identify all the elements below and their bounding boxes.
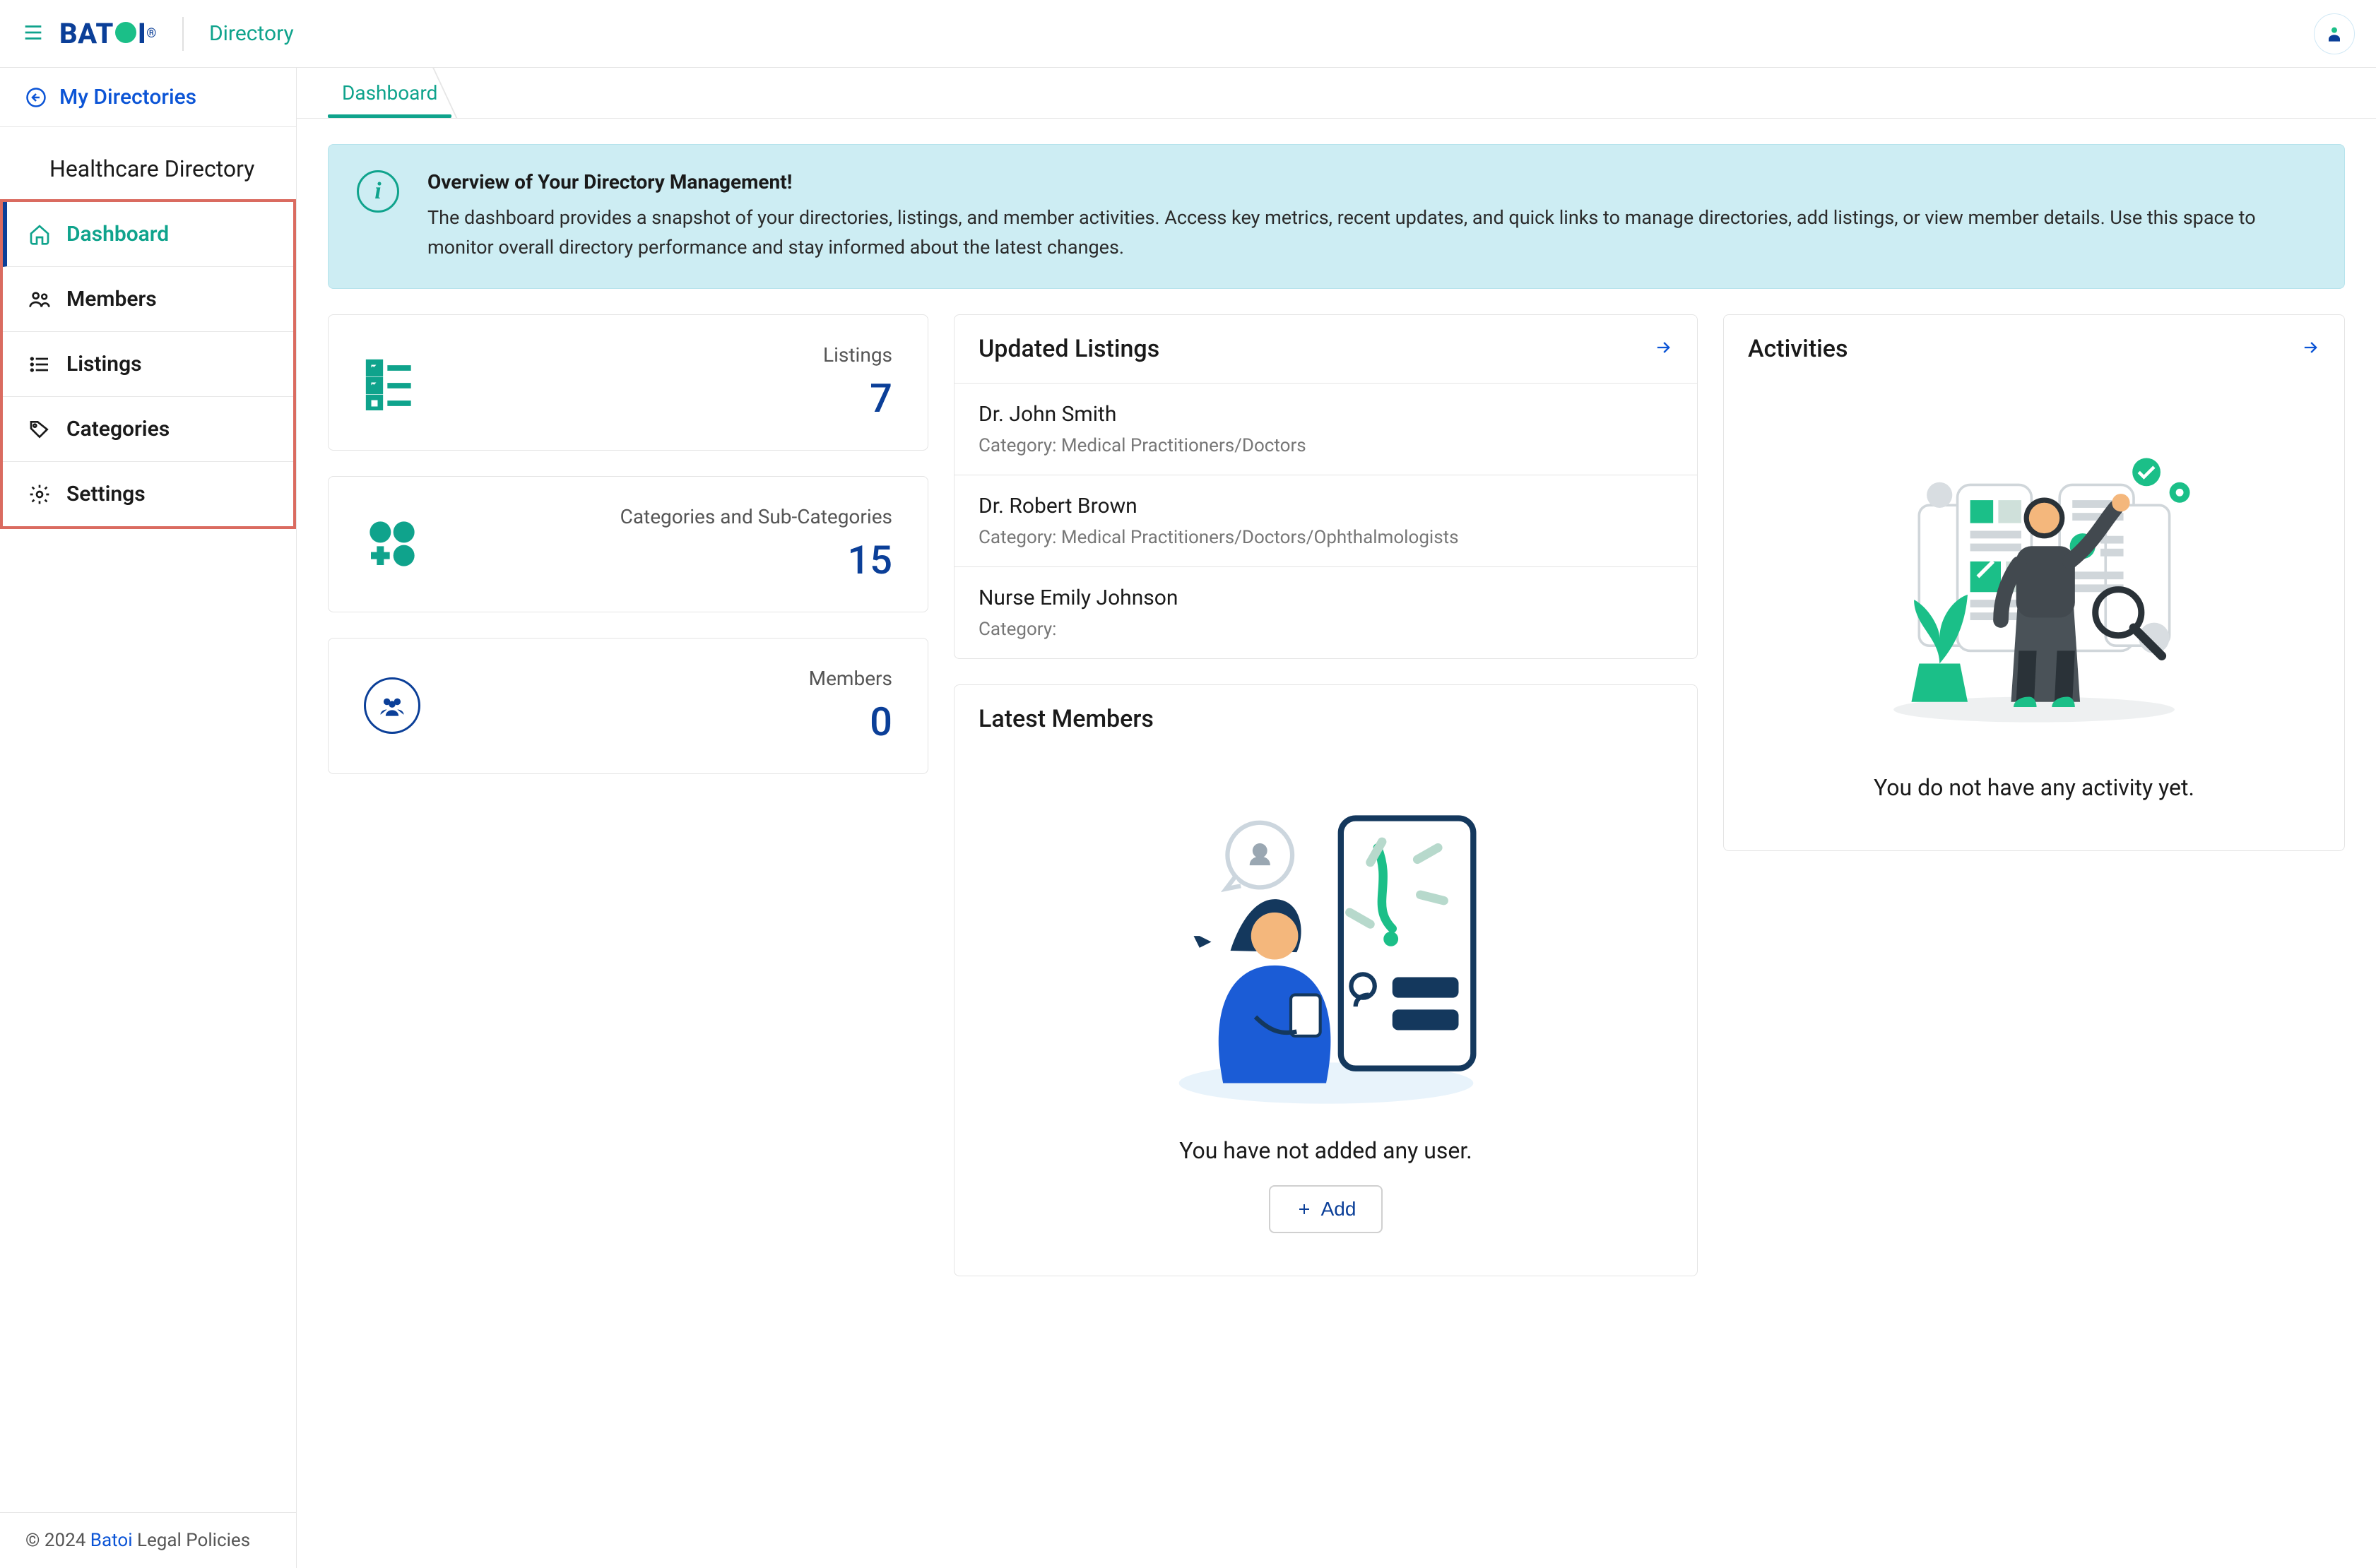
stat-label: Categories and Sub-Categories [420,505,892,528]
back-to-directories-link[interactable]: My Directories [0,68,296,127]
sidebar-nav-group: Dashboard Members Listings Categories Se… [0,199,296,529]
sidebar-item-dashboard[interactable]: Dashboard [3,202,293,267]
sidebar-item-label: Listings [66,352,142,376]
plus-icon [1296,1201,1313,1218]
logo[interactable]: BAT I ® [59,17,157,50]
updated-listings-panel: Updated Listings Dr. John Smith Category… [954,314,1698,659]
users-icon [28,288,51,311]
panel-title: Updated Listings [979,335,1159,363]
overview-title: Overview of Your Directory Management! [427,170,2316,194]
copyright-prefix: © 2024 [25,1530,90,1551]
main-content: Dashboard i Overview of Your Directory M… [297,68,2376,1568]
stat-card-categories: Categories and Sub-Categories 15 [328,476,928,612]
user-menu-button[interactable] [2314,13,2355,54]
stat-label: Listings [420,343,892,367]
listing-category: Category: Medical Practitioners/Doctors [979,435,1673,456]
overview-banner: i Overview of Your Directory Management!… [328,144,2345,289]
app-name-link[interactable]: Directory [182,17,294,51]
stat-card-members: Members 0 [328,638,928,774]
stat-label: Members [420,667,892,690]
categories-icon [364,516,420,572]
panel-title: Activities [1748,335,1848,363]
logo-badge-icon [115,22,136,43]
footer: © 2024 Batoi Legal Policies [0,1512,296,1568]
menu-toggle-button[interactable] [21,20,45,47]
panel-title: Latest Members [979,705,1154,733]
footer-brand-link[interactable]: Batoi [90,1530,133,1551]
listing-row[interactable]: Dr. John Smith Category: Medical Practit… [954,384,1697,475]
back-label: My Directories [59,85,196,109]
empty-activities-illustration [1868,418,2200,743]
logo-registered-icon: ® [146,26,157,41]
overview-body: The dashboard provides a snapshot of you… [427,203,2316,263]
stat-card-listings: Listings 7 [328,314,928,451]
gear-icon [28,483,51,506]
activities-panel: Activities [1723,314,2345,851]
stat-value: 15 [420,537,892,583]
sidebar-item-settings[interactable]: Settings [3,462,293,526]
sidebar-item-label: Dashboard [66,222,169,247]
empty-activities-text: You do not have any activity yet. [1748,774,2320,801]
listing-category: Category: [979,619,1673,640]
list-icon [28,353,51,376]
listing-name: Nurse Emily Johnson [979,586,1673,610]
tag-icon [28,418,51,441]
latest-members-panel: Latest Members [954,684,1698,1276]
logo-text-prefix: BAT [59,17,114,50]
directory-title: Healthcare Directory [0,127,296,199]
empty-members-text: You have not added any user. [979,1137,1673,1164]
tab-notch-decoration [451,68,480,119]
add-button-label: Add [1321,1198,1357,1220]
stat-value: 7 [420,375,892,422]
sidebar-item-label: Settings [66,482,146,506]
breadcrumb-tabs: Dashboard [297,68,2376,119]
view-all-activities-link[interactable] [2300,338,2320,360]
sidebar-item-label: Members [66,287,157,311]
topbar: BAT I ® Directory [0,0,2376,68]
members-circle-icon [364,677,420,734]
add-member-button[interactable]: Add [1269,1185,1383,1233]
view-all-listings-link[interactable] [1653,338,1673,360]
tab-dashboard[interactable]: Dashboard [328,69,451,117]
sidebar-item-label: Categories [66,417,170,441]
empty-members-illustration [1149,788,1503,1113]
sidebar-item-categories[interactable]: Categories [3,397,293,462]
logo-text-suffix: I [138,17,146,50]
sidebar-item-members[interactable]: Members [3,267,293,332]
listing-name: Dr. Robert Brown [979,494,1673,518]
sidebar: My Directories Healthcare Directory Dash… [0,68,297,1568]
info-icon: i [357,170,399,213]
footer-legal: Legal Policies [133,1530,251,1551]
checklist-icon [364,354,420,410]
sidebar-item-listings[interactable]: Listings [3,332,293,397]
listing-name: Dr. John Smith [979,402,1673,427]
stat-value: 0 [420,699,892,745]
listing-row[interactable]: Nurse Emily Johnson Category: [954,567,1697,658]
home-icon [28,223,51,246]
listing-category: Category: Medical Practitioners/Doctors/… [979,527,1673,548]
listing-row[interactable]: Dr. Robert Brown Category: Medical Pract… [954,475,1697,567]
